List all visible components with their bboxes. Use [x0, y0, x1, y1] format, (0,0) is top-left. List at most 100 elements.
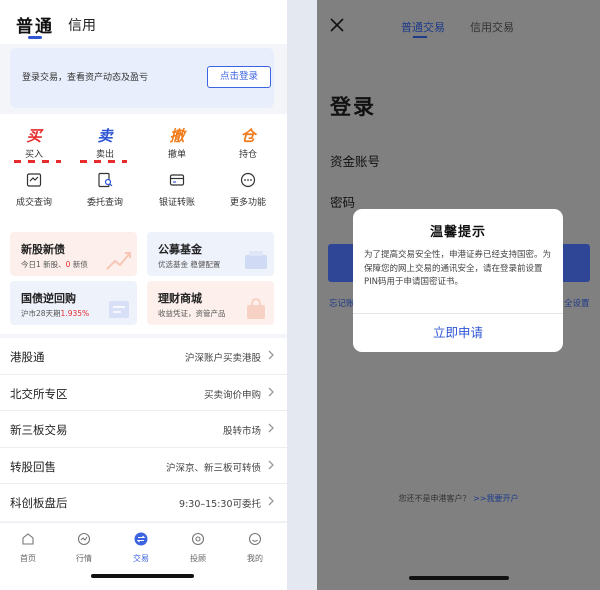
order-query-label: 委托查询: [86, 198, 123, 208]
apply-now-button[interactable]: 立即申请: [353, 322, 563, 341]
login-prompt-card: 登录交易，查看资产动态及盈亏 点击登录: [10, 48, 274, 108]
active-tab-indicator: [28, 36, 42, 39]
nav-profile[interactable]: 我的: [235, 531, 275, 564]
page-title: 登录: [330, 95, 376, 119]
login-screen-dimmed: 普通交易 信用交易 登录 资金账号 密码 忘记账 全设置 您还不是申港客户？ >…: [317, 0, 600, 590]
ipo-card[interactable]: 新股新债 今日1 新股、0 新债: [10, 232, 137, 276]
fund-icon: [245, 251, 267, 269]
open-account-prompt: 您还不是申港客户？ >>我要开户: [317, 493, 600, 504]
annotation-dash: [56, 160, 61, 163]
tab-normal[interactable]: 普通: [16, 12, 54, 37]
cancel-order-label: 撤单: [167, 150, 186, 160]
position-label: 持仓: [238, 150, 257, 160]
reverse-repo-sub-prefix: 沪市28天期: [21, 309, 61, 318]
list-item-bse-zone[interactable]: 北交所专区 买卖询价申购: [0, 375, 287, 411]
more-functions-button[interactable]: 更多功能: [218, 172, 278, 208]
service-list: 港股通 沪深账户买卖港股 北交所专区 买卖询价申购 新三板交易 股转市场 转股回…: [0, 338, 287, 521]
buy-action[interactable]: 买 买入: [4, 126, 64, 160]
home-icon: [22, 533, 34, 545]
cancel-order-action[interactable]: 撤 撤单: [147, 126, 207, 160]
ipo-card-sub-prefix: 今日1 新股、: [21, 260, 66, 269]
list-item-conversion-putback[interactable]: 转股回售 沪深京、新三板可转债: [0, 448, 287, 484]
ipo-card-title: 新股新债: [21, 243, 65, 256]
account-type-tabs: 普通 信用: [0, 0, 287, 44]
password-field-label[interactable]: 密码: [330, 192, 355, 211]
list-item-desc: 买卖询价申购: [203, 389, 261, 401]
list-item-title: 新三板交易: [10, 423, 68, 437]
nav-market-label: 行情: [76, 554, 92, 563]
list-item-neeq-trading[interactable]: 新三板交易 股转市场: [0, 411, 287, 448]
annotation-dash: [108, 160, 115, 163]
forgot-account-link[interactable]: 忘记账: [329, 297, 355, 309]
login-prompt-text: 登录交易，查看资产动态及盈亏: [22, 73, 149, 83]
list-item-hk-connect[interactable]: 港股通 沪深账户买卖港股: [0, 338, 287, 375]
annotation-dash: [94, 160, 101, 163]
dialog-body: 为了提高交易安全性，申港证券已经支持国密。为保障您的网上交易的通讯安全，请在登录…: [364, 250, 552, 287]
home-indicator[interactable]: [91, 574, 194, 578]
click-login-button[interactable]: 点击登录: [207, 66, 271, 88]
reverse-repo-card-subtitle: 沪市28天期1.935%: [21, 308, 89, 319]
bond-icon: [109, 301, 129, 318]
tab-credit[interactable]: 信用: [68, 15, 96, 35]
deal-query-button[interactable]: 成交查询: [4, 172, 64, 208]
list-item-title: 港股通: [10, 350, 45, 364]
trade-screen: 普通 信用 登录交易，查看资产动态及盈亏 点击登录 买 买入 卖 卖出 撤 撤单: [0, 0, 287, 590]
reverse-repo-card-title: 国债逆回购: [21, 292, 76, 305]
chevron-right-icon: [268, 496, 274, 506]
nav-trade-label: 交易: [133, 554, 149, 563]
chevron-right-icon: [268, 350, 274, 360]
dialog-title: 温馨提示: [429, 225, 486, 240]
chevron-right-icon: [268, 460, 274, 469]
list-item-desc: 9:30–15:30可委托: [179, 499, 261, 510]
security-settings-link[interactable]: 全设置: [564, 297, 590, 309]
bank-transfer-label: 银证转账: [158, 198, 195, 208]
nav-home[interactable]: 首页: [8, 531, 48, 564]
open-account-text: 您还不是申港客户？: [398, 494, 471, 503]
nav-trade[interactable]: 交易: [121, 531, 161, 564]
home-indicator[interactable]: [409, 576, 509, 580]
public-fund-card-title: 公募基金: [158, 243, 202, 256]
annotation-dash: [28, 160, 35, 163]
screenshot-root: 普通 信用 登录交易，查看资产动态及盈亏 点击登录 买 买入 卖 卖出 撤 撤单: [0, 0, 600, 590]
cancel-order-icon: 撤: [169, 127, 185, 145]
reverse-repo-card[interactable]: 国债逆回购 沪市28天期1.935%: [10, 281, 137, 325]
nav-advisor-label: 投顾: [190, 554, 206, 563]
notice-dialog: 温馨提示 为了提高交易安全性，申港证券已经支持国密。为保障您的网上交易的通讯安全…: [353, 209, 563, 352]
open-account-link[interactable]: >>我要开户: [473, 494, 518, 503]
wealth-mall-card-subtitle: 收益凭证，资管产品: [158, 309, 226, 318]
tab-credit-trading[interactable]: 信用交易: [470, 19, 514, 35]
public-fund-card-subtitle: 优选基金 稳健配置: [158, 260, 221, 269]
ipo-card-sub-suffix: 新债: [70, 260, 88, 269]
public-fund-card[interactable]: 公募基金 优选基金 稳健配置: [147, 232, 274, 276]
quick-actions-panel: 买 买入 卖 卖出 撤 撤单 仓 持仓 成交查询 委托查询 银证转账 更多功能: [0, 114, 287, 226]
wealth-mall-card-title: 理财商城: [158, 292, 202, 305]
advisor-icon: [191, 532, 205, 546]
profile-icon: [248, 532, 262, 546]
bank-transfer-icon: [169, 174, 185, 186]
wealth-mall-card[interactable]: 理财商城 收益凭证，资管产品: [147, 281, 274, 325]
annotation-dash: [122, 160, 127, 163]
annotation-dash: [80, 160, 87, 163]
list-item-title: 科创板盘后: [10, 496, 68, 510]
position-action[interactable]: 仓 持仓: [218, 126, 278, 160]
annotation-dash: [14, 160, 21, 163]
trade-icon: [134, 532, 148, 546]
close-icon[interactable]: [329, 17, 345, 33]
nav-profile-label: 我的: [247, 554, 263, 563]
sell-action[interactable]: 卖 卖出: [75, 126, 135, 160]
annotation-dash: [42, 160, 49, 163]
list-item-desc: 沪深账户买卖港股: [184, 353, 261, 364]
sell-label: 卖出: [95, 150, 114, 160]
more-functions-label: 更多功能: [229, 198, 266, 208]
order-query-button[interactable]: 委托查询: [75, 172, 135, 208]
bank-transfer-button[interactable]: 银证转账: [147, 172, 207, 208]
deal-query-icon: [26, 173, 42, 187]
nav-advisor[interactable]: 投顾: [178, 531, 218, 564]
account-field-label[interactable]: 资金账号: [330, 151, 380, 170]
tab-normal-trading[interactable]: 普通交易: [401, 19, 445, 35]
nav-market[interactable]: 行情: [64, 531, 104, 564]
more-icon: [240, 172, 256, 188]
bottom-navigation: 首页 行情 交易 投顾 我的: [0, 522, 287, 590]
position-icon: 仓: [240, 127, 256, 145]
list-item-star-after-hours[interactable]: 科创板盘后 9:30–15:30可委托: [0, 484, 287, 521]
